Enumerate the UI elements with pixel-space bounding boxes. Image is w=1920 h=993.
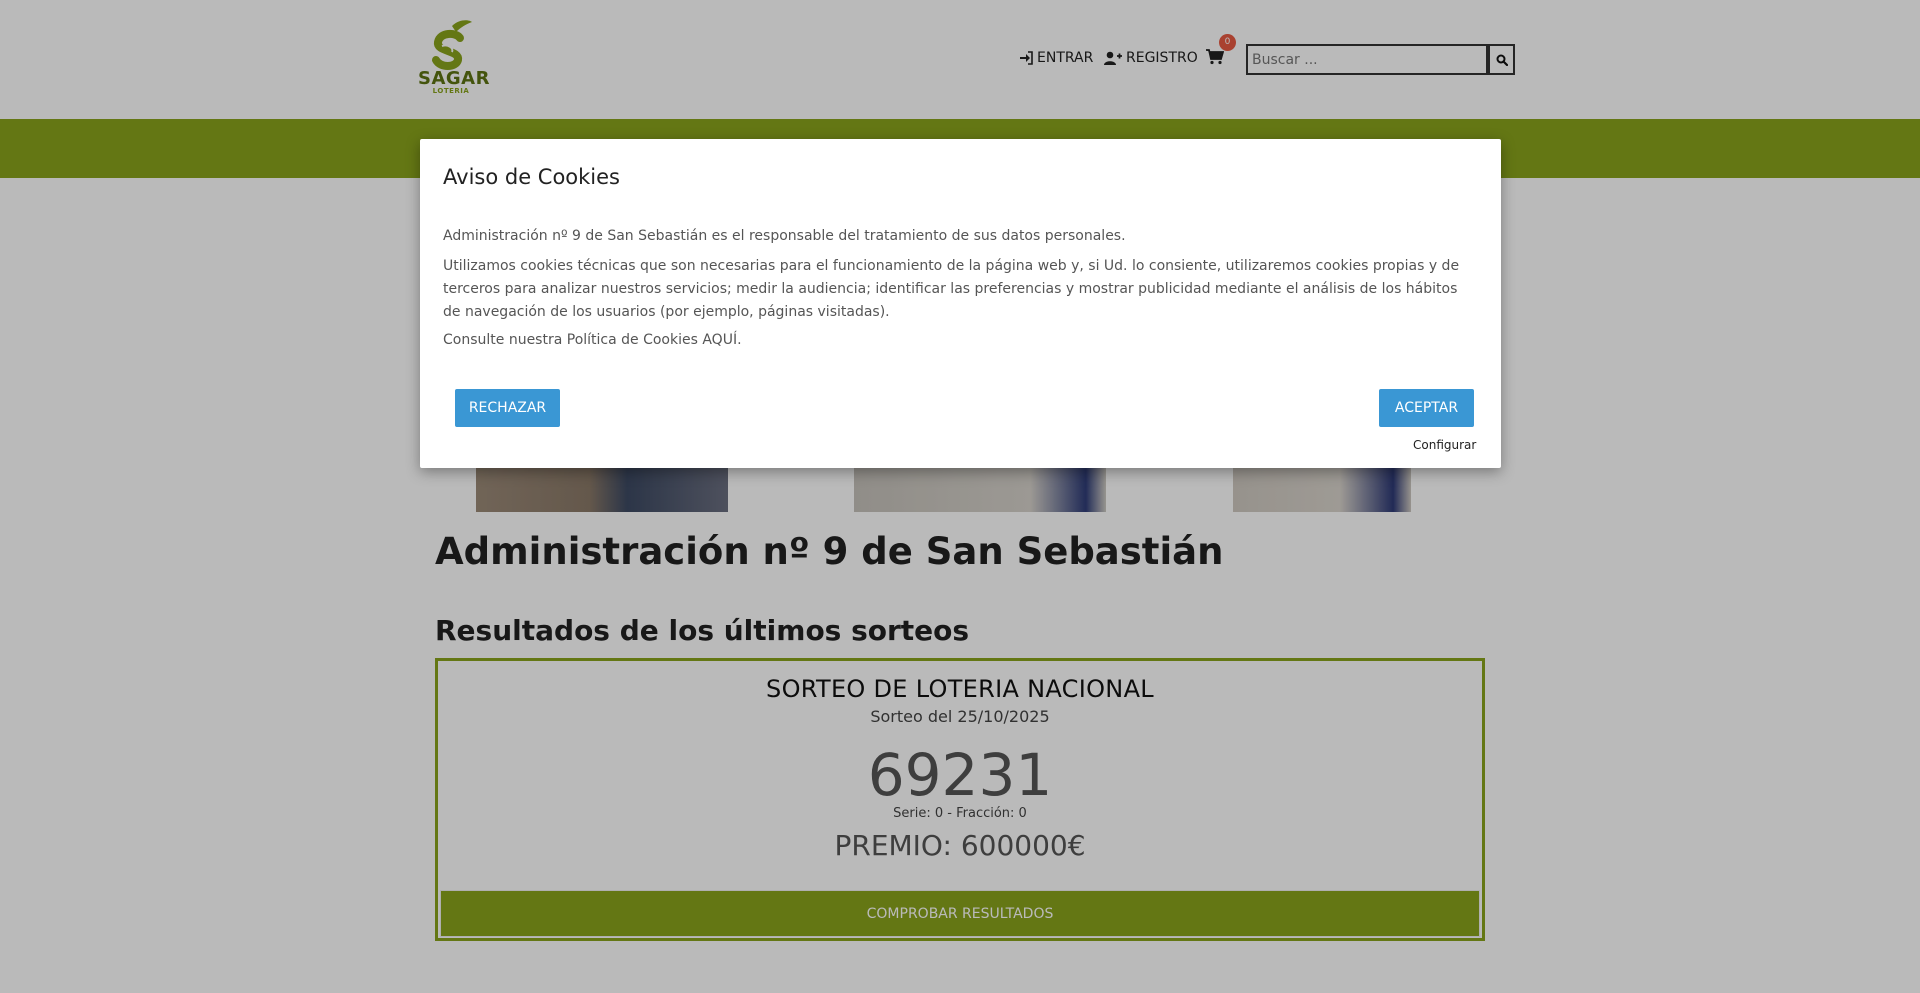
cookie-text-usage: Utilizamos cookies técnicas que son nece… — [443, 258, 1460, 320]
modal-title: Aviso de Cookies — [443, 165, 621, 189]
reject-cookies-button[interactable]: RECHAZAR — [455, 389, 560, 427]
cookie-text-responsible: Administración nº 9 de San Sebastián es … — [443, 228, 1126, 244]
cookie-consent-modal: Aviso de Cookies Administración nº 9 de … — [420, 139, 1501, 468]
accept-cookies-button[interactable]: ACEPTAR — [1379, 389, 1474, 427]
configure-cookies-link[interactable]: Configurar — [1413, 438, 1476, 452]
cookie-policy-link[interactable]: Consulte nuestra Política de Cookies AQU… — [443, 329, 1473, 352]
